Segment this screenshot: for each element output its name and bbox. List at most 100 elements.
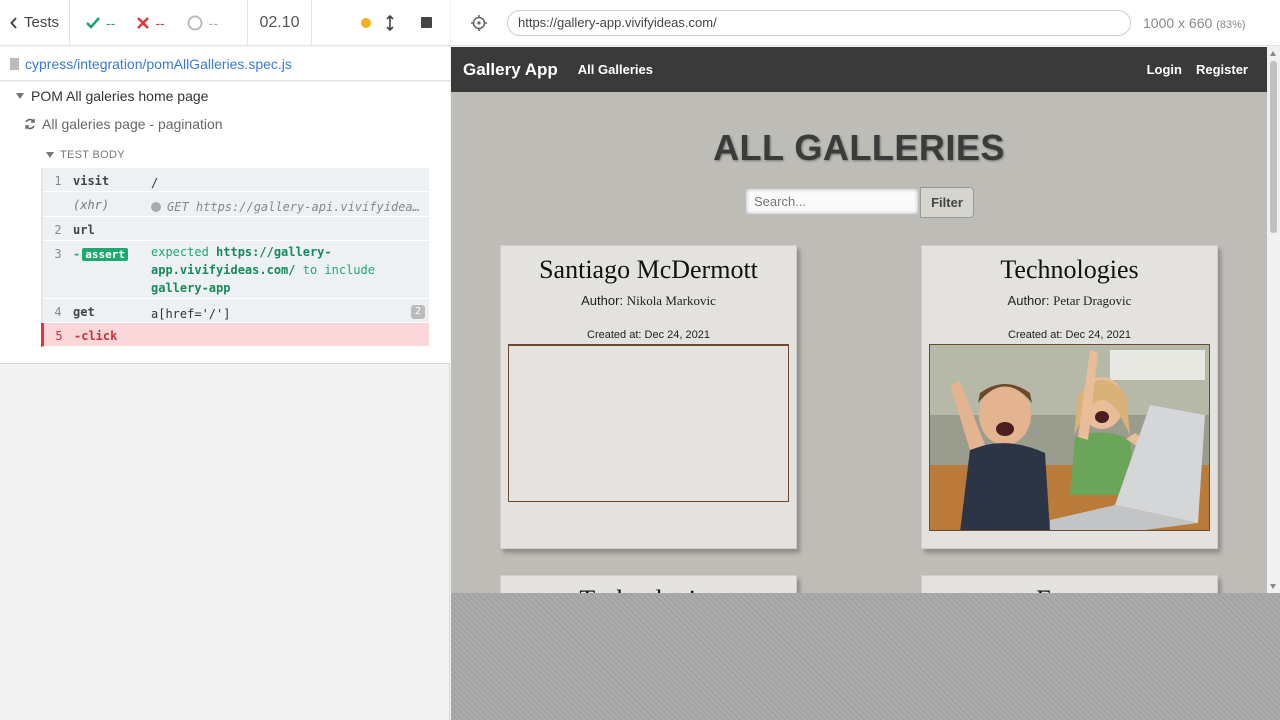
gallery-title-link[interactable]: Santiago McDermott: [501, 255, 796, 285]
run-controls: [312, 0, 450, 46]
gallery-card: Technologies Author: Petar Dragovic Crea…: [921, 245, 1218, 549]
failed-count: --: [155, 14, 165, 31]
duration: 02.10: [248, 0, 312, 46]
xhr-status-dot-icon: [151, 202, 161, 212]
viewport-size: 1000 x 660: [1143, 14, 1213, 31]
test-row[interactable]: All galeries page - pagination: [24, 116, 223, 132]
failed-stat: --: [137, 14, 165, 31]
assert-expected: expected: [151, 245, 209, 259]
command-row-xhr[interactable]: (xhr) GET https://gallery-api.vivifyidea…: [43, 192, 429, 217]
command-message: GET https://gallery-api.vivifyideas.com/…: [151, 192, 427, 216]
xhr-message: GET https://gallery-api.vivifyideas.com/…: [167, 200, 427, 214]
gallery-author: Author: Petar Dragovic: [922, 293, 1217, 309]
element-count-badge: 2: [410, 305, 425, 319]
test-title: All galeries page - pagination: [42, 116, 223, 132]
kids-laptop-photo: [930, 345, 1209, 530]
spec-path-label[interactable]: cypress/integration/pomAllGalleries.spec…: [25, 56, 292, 72]
app-iframe: Gallery App All Galleries Login Register…: [451, 47, 1267, 593]
gallery-created-at: Created at: Dec 24, 2021: [587, 329, 710, 341]
search-input[interactable]: [744, 187, 920, 216]
brand-link[interactable]: Gallery App: [463, 60, 558, 80]
command-row[interactable]: 2 url: [43, 217, 429, 241]
command-number: [43, 192, 73, 216]
command-number: 3: [54, 247, 62, 261]
x-icon: [137, 16, 150, 29]
command-row[interactable]: 1 visit /: [43, 168, 429, 192]
gallery-title-link[interactable]: Technologies: [922, 255, 1217, 285]
aut-empty-area: [451, 593, 1280, 720]
command-row-assert[interactable]: 3 - assert expected https://gallery-app.v…: [43, 241, 429, 299]
test-body-text: TEST BODY: [60, 149, 125, 161]
scroll-down-icon[interactable]: [1270, 584, 1276, 589]
assert-value: gallery-app: [151, 281, 231, 295]
search-form: Filter: [744, 187, 974, 218]
resize-arrows-icon[interactable]: [385, 14, 395, 31]
assert-badge: assert: [82, 248, 128, 261]
command-number: 5: [55, 329, 63, 343]
nav-all-galleries[interactable]: All Galleries: [578, 62, 653, 77]
aut-header: https://gallery-app.vivifyideas.com/ 100…: [451, 0, 1280, 46]
command-row[interactable]: 4 get a[href='/'] 2: [43, 299, 429, 323]
command-number: 4: [54, 305, 62, 319]
auto-scroll-indicator-icon[interactable]: [361, 17, 371, 28]
passed-stat: --: [86, 15, 115, 31]
app-navbar: Gallery App All Galleries Login Register: [451, 47, 1267, 92]
command-message: [152, 323, 429, 346]
gallery-title-link[interactable]: Technologies: [501, 585, 796, 593]
tests-button[interactable]: Tests: [0, 0, 70, 46]
scrollbar-thumb[interactable]: [1270, 61, 1277, 233]
pending-stat: --: [187, 15, 218, 31]
runnable-tree: POM All galeries home page All galeries …: [0, 82, 450, 364]
running-refresh-icon: [25, 118, 35, 130]
gallery-image: [929, 344, 1210, 531]
viewport-scale: (83%): [1216, 18, 1246, 31]
url-bar[interactable]: https://gallery-app.vivifyideas.com/: [507, 9, 1131, 36]
test-body-label[interactable]: TEST BODY: [46, 149, 125, 161]
tests-label: Tests: [24, 14, 60, 31]
viewport-info[interactable]: 1000 x 660 (83%): [1143, 15, 1246, 31]
file-icon: [10, 57, 19, 70]
pending-count: --: [208, 14, 218, 31]
spec-path[interactable]: cypress/integration/pomAllGalleries.spec…: [0, 47, 450, 81]
stats: -- -- --: [70, 0, 248, 46]
stop-icon[interactable]: [421, 17, 432, 28]
command-message: [151, 217, 429, 240]
reporter-panel: Tests -- -- -- 02.10 cypress/integration…: [0, 0, 450, 720]
command-name: url: [73, 223, 95, 237]
selector-playground-button[interactable]: [451, 14, 507, 32]
filter-button[interactable]: Filter: [920, 187, 974, 218]
command-message: a[href='/']: [151, 307, 231, 321]
suite-row[interactable]: POM All galeries home page: [16, 88, 208, 104]
command-number: 1: [54, 174, 62, 188]
check-icon: [86, 16, 100, 29]
author-link[interactable]: Petar Dragovic: [1053, 293, 1131, 308]
scroll-up-icon[interactable]: [1270, 51, 1276, 56]
nav-login[interactable]: Login: [1147, 62, 1182, 77]
nav-register[interactable]: Register: [1196, 62, 1248, 77]
gallery-title-link[interactable]: Ernest: [922, 585, 1217, 593]
author-link[interactable]: Nikola Markovic: [627, 293, 716, 308]
pending-circle-icon: [187, 15, 203, 30]
chevron-left-icon: [10, 16, 17, 29]
gallery-card: Santiago McDermott Author: Nikola Markov…: [500, 245, 797, 549]
author-prefix: Author:: [581, 293, 624, 308]
command-name: get: [73, 305, 95, 319]
gallery-image: [508, 344, 789, 502]
gallery-card: Ernest: [921, 575, 1218, 593]
command-name: visit: [73, 174, 110, 188]
suite-title: POM All galeries home page: [31, 88, 209, 104]
crosshair-icon: [471, 14, 487, 31]
author-prefix: Author:: [1007, 293, 1050, 308]
gallery-author: Author: Nikola Markovic: [501, 293, 796, 309]
command-row-failed[interactable]: 5 -click: [41, 323, 429, 347]
command-message: /: [151, 176, 159, 190]
command-name: -click: [74, 329, 118, 343]
caret-down-icon: [16, 93, 24, 99]
aut-scrollbar[interactable]: [1267, 47, 1280, 593]
command-log: 1 visit / (xhr) GET https://gallery-api.…: [41, 168, 429, 347]
reporter-header: Tests -- -- -- 02.10: [0, 0, 450, 46]
gallery-created-at: Created at: Dec 24, 2021: [1008, 329, 1131, 341]
page-title: ALL GALLERIES: [713, 127, 1005, 168]
command-name: - assert: [73, 241, 151, 298]
passed-count: --: [106, 14, 116, 31]
